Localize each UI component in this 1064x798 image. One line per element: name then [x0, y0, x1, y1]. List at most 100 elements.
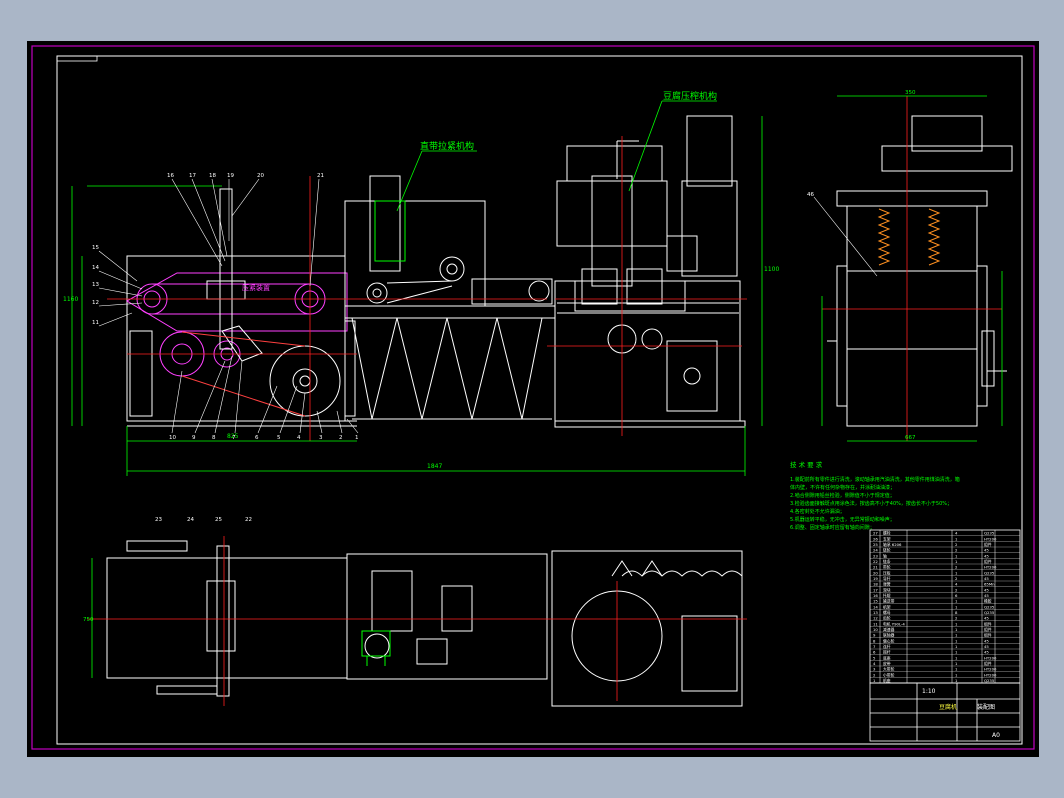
technical-notes: 技 术 要 求 1.装配前所有零件进行清洗，滚动轴承用汽油清洗，其他零件用煤油清…	[790, 460, 960, 531]
bom-cell: 26	[873, 536, 878, 541]
bom-cell: 组件	[984, 559, 992, 564]
title-scale: 1:10	[922, 688, 936, 695]
front-dimensions	[71, 100, 763, 476]
bom-cell: 5	[873, 655, 876, 660]
callout-tofu-pressing: 豆腐压榨机构	[663, 90, 717, 102]
bom-cell: 联轴器	[883, 633, 895, 638]
bom-cell: 链条	[883, 559, 891, 564]
bom-cell: 45	[984, 587, 989, 592]
bom-cell: HT200	[984, 667, 997, 672]
bom-cell: 65Mn	[984, 582, 995, 587]
bom-cell: Q235	[984, 610, 995, 615]
bom-table: 27 螺栓 4 Q23526 支架 1 HT20025 轴承 6206 2 组件24 链轮 2 4523…	[869, 529, 1021, 684]
bom-cell: 8	[955, 610, 958, 615]
bom-cell: 1	[955, 536, 958, 541]
part-9: 9	[192, 435, 196, 441]
notes-title: 技 术 要 求	[790, 460, 823, 469]
bom-cell: 皮带	[883, 661, 891, 666]
part-2: 2	[339, 435, 343, 441]
note-line: 6.调整、固定轴承时应留有轴向间隙；	[790, 524, 875, 531]
bom-cell: 1	[955, 638, 958, 643]
bom-cell: 2	[955, 587, 958, 592]
bom-cell: 14	[873, 604, 878, 609]
bom-cell: 7	[873, 644, 876, 649]
front-centerlines	[107, 136, 747, 441]
bom-cell: Q235	[984, 570, 995, 575]
part-18: 18	[209, 173, 216, 179]
bom-cell: 导杆	[883, 576, 891, 581]
bom-cell: 1	[955, 627, 958, 632]
bom-cell: 小带轮	[883, 672, 895, 677]
bom-cell: 2	[955, 548, 958, 553]
dim-right-height: 1100	[764, 266, 779, 273]
part-24: 24	[187, 517, 194, 523]
bom-cell: 2	[955, 542, 958, 547]
drawing-sheet: 1847 825 1160 1100 直带拉紧机构 豆腐压榨机构 压紧装置 16…	[27, 41, 1039, 757]
bom-cell: 摇杆	[883, 650, 891, 655]
bom-cell: 机架	[883, 604, 891, 609]
note-line: 1.装配前所有零件进行清洗，滚动轴承用汽油清洗，其他零件用煤油清洗，箱	[790, 476, 960, 483]
part-7: 7	[232, 435, 236, 441]
bom-cell: 1	[955, 650, 958, 655]
bom-cell: 组件	[984, 661, 992, 666]
bom-cell: 25	[873, 542, 878, 547]
part-12: 12	[92, 300, 99, 306]
bom-cell: 齿轮	[883, 616, 891, 621]
bom-cell: 16	[873, 593, 878, 598]
cad-drawing: 1847 825 1160 1100 直带拉紧机构 豆腐压榨机构 压紧装置 16…	[31, 45, 1035, 750]
dim-overall-width: 1847	[427, 463, 442, 470]
bom-cell: 45	[984, 593, 989, 598]
bom-cell: HT200	[984, 655, 997, 660]
bom-cell: HT200	[984, 672, 997, 677]
bom-cell: 45	[984, 576, 989, 581]
part-16: 16	[167, 173, 174, 179]
part-20: 20	[257, 173, 264, 179]
callout-press-device: 压紧装置	[242, 283, 270, 292]
part-3: 3	[319, 435, 323, 441]
bom-cell: HT200	[984, 536, 997, 541]
bom-cell: 1	[955, 661, 958, 666]
plan-view	[106, 540, 743, 707]
bom-cell: 9	[873, 633, 876, 638]
bom-cell: 连杆	[883, 644, 891, 649]
bom-cell: 组件	[984, 627, 992, 632]
part-22: 22	[245, 517, 252, 523]
bom-cell: 15	[873, 599, 878, 604]
part-19: 19	[227, 173, 234, 179]
bom-cell: 机座	[883, 678, 891, 683]
bom-cell: 支架	[883, 536, 891, 541]
bom-cell: 1	[955, 570, 958, 575]
bom-cell: 1	[955, 553, 958, 558]
part-13: 13	[92, 282, 99, 288]
part-46: 46	[807, 192, 814, 198]
bom-rows: 27 螺栓 4 Q23526 支架 1 HT20025 轴承 6206 2 组件24 链轮 2 4523…	[870, 531, 1020, 684]
corner-tag	[56, 55, 98, 62]
bom-cell: 输送带	[883, 599, 895, 604]
bom-cell: 弹簧	[883, 582, 891, 587]
bom-cell: 45	[984, 553, 989, 558]
bom-cell: 压板	[883, 570, 891, 575]
bom-cell: 2	[955, 576, 958, 581]
bom-cell: 1	[955, 672, 958, 677]
bom-cell: 19	[873, 576, 878, 581]
title-drawing-name: 豆腐机	[939, 703, 957, 711]
bom-cell: 2	[955, 616, 958, 621]
bom-cell: 4	[955, 531, 958, 536]
bom-cell: Q235	[984, 678, 995, 683]
bom-cell: 4	[873, 661, 876, 666]
bom-cell: 23	[873, 553, 878, 558]
bom-cell: 1	[955, 604, 958, 609]
note-line: 5.机器运转平稳，无冲击，无异常振动和噪声；	[790, 516, 895, 523]
bom-cell: 45	[984, 650, 989, 655]
bom-cell: 22	[873, 559, 878, 564]
bom-cell: HT200	[984, 565, 997, 570]
bom-cell: 大带轮	[883, 667, 895, 672]
bom-cell: 21	[873, 565, 878, 570]
bom-cell: 1	[955, 633, 958, 638]
part-6: 6	[255, 435, 259, 441]
bom-cell: 带轮	[883, 565, 891, 570]
bom-cell: 45	[984, 638, 989, 643]
bom-cell: 2	[955, 565, 958, 570]
part-15: 15	[92, 245, 99, 251]
plan-screw	[621, 570, 743, 577]
